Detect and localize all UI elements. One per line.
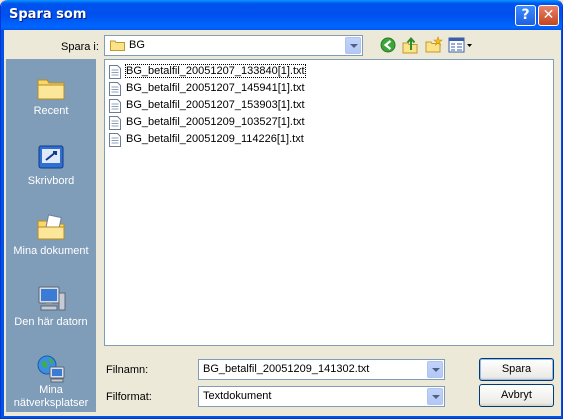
- cancel-button[interactable]: Avbryt: [479, 384, 554, 407]
- file-name: BG_betalfil_20051209_114226[1].txt: [126, 133, 304, 145]
- up-folder-icon[interactable]: [400, 35, 420, 55]
- my-documents-icon: [37, 214, 65, 240]
- my-computer-icon: [38, 286, 66, 311]
- place-label: Recent: [33, 105, 69, 117]
- chevron-down-icon[interactable]: [427, 361, 443, 378]
- place-label: Mina dokument: [13, 245, 89, 257]
- lookin-value: BG: [129, 39, 145, 51]
- save-as-dialog: Spara som ? ✕ Spara i: BG Recent Skrivbo…: [0, 0, 563, 419]
- view-menu-icon[interactable]: [447, 35, 473, 55]
- desktop-icon: [38, 145, 64, 169]
- file-item[interactable]: BG_betalfil_20051207_133840[1].txt: [108, 64, 308, 80]
- file-list[interactable]: BG_betalfil_20051207_133840[1].txt BG_be…: [104, 59, 554, 346]
- file-item[interactable]: BG_betalfil_20051209_114226[1].txt: [108, 132, 308, 148]
- place-my-documents[interactable]: Mina dokument: [7, 206, 95, 276]
- title-bar[interactable]: Spara som ? ✕: [1, 0, 562, 30]
- network-places-icon: [37, 355, 65, 383]
- places-bar: Recent Skrivbord Mina dokument Den här d…: [6, 59, 96, 412]
- save-button[interactable]: Spara: [479, 358, 554, 381]
- file-name: BG_betalfil_20051207_153903[1].txt: [126, 99, 305, 111]
- file-item[interactable]: BG_betalfil_20051207_153903[1].txt: [108, 98, 308, 114]
- text-file-icon: [109, 116, 121, 130]
- text-file-icon: [109, 82, 121, 96]
- new-folder-icon[interactable]: [424, 35, 444, 55]
- window-frame-left: [1, 30, 4, 418]
- text-file-icon: [109, 99, 121, 113]
- filetype-value: Textdokument: [203, 390, 272, 402]
- file-name: BG_betalfil_20051209_103527[1].txt: [126, 116, 305, 128]
- file-item[interactable]: BG_betalfil_20051209_103527[1].txt: [108, 115, 308, 131]
- place-recent[interactable]: Recent: [7, 66, 95, 136]
- lookin-label: Spara i:: [61, 41, 99, 53]
- place-network[interactable]: Mina nätverksplatser: [7, 347, 95, 411]
- close-button[interactable]: ✕: [538, 5, 559, 26]
- place-label: Mina nätverksplatser: [13, 384, 89, 409]
- file-name: BG_betalfil_20051207_145941[1].txt: [126, 82, 305, 94]
- filetype-select[interactable]: Textdokument: [198, 386, 445, 407]
- filetype-label: Filformat:: [106, 391, 152, 403]
- filename-value: BG_betalfil_20051209_141302.txt: [203, 363, 370, 375]
- text-file-icon: [109, 133, 121, 147]
- lookin-combo[interactable]: BG: [104, 35, 363, 56]
- window-title: Spara som: [9, 7, 87, 22]
- chevron-down-icon[interactable]: [427, 388, 443, 405]
- help-button[interactable]: ?: [515, 5, 536, 26]
- text-file-icon: [109, 65, 121, 79]
- folder-icon: [110, 40, 125, 51]
- chevron-down-icon[interactable]: [345, 37, 361, 54]
- filename-label: Filnamn:: [106, 364, 149, 376]
- place-label: Den här datorn: [14, 316, 88, 328]
- back-icon[interactable]: [378, 35, 398, 55]
- filename-field[interactable]: BG_betalfil_20051209_141302.txt: [198, 359, 445, 380]
- place-label: Skrivbord: [27, 175, 75, 187]
- recent-folder-icon: [37, 79, 65, 100]
- file-name: BG_betalfil_20051207_133840[1].txt: [125, 64, 306, 78]
- place-desktop[interactable]: Skrivbord: [7, 136, 95, 206]
- place-my-computer[interactable]: Den här datorn: [7, 277, 95, 347]
- file-item[interactable]: BG_betalfil_20051207_145941[1].txt: [108, 81, 308, 97]
